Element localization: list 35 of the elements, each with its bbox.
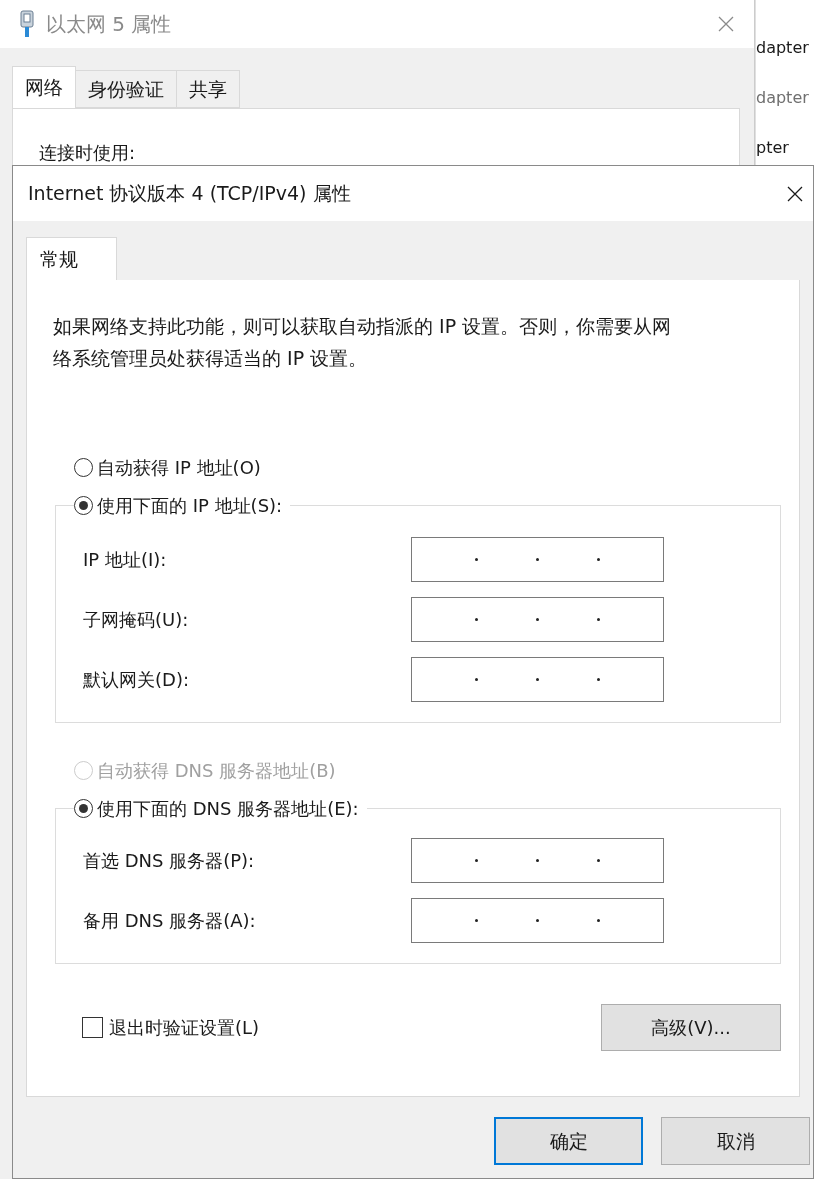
tab[interactable]: 网络	[12, 66, 76, 108]
radio-button[interactable]	[74, 496, 93, 515]
window-title: 以太网 5 属性	[46, 11, 172, 38]
window-text: dapter	[756, 38, 810, 58]
tab[interactable]: 常规	[26, 237, 117, 280]
field-label: IP 地址(I):	[82, 548, 168, 572]
close-icon[interactable]	[787, 185, 803, 202]
checkbox-label: 退出时验证设置(L)	[109, 1016, 260, 1040]
dialog-button[interactable]: 确定	[494, 1117, 643, 1165]
radio-button[interactable]	[74, 458, 93, 477]
window-text: pter	[756, 138, 790, 158]
tab[interactable]: 共享	[176, 70, 240, 108]
field-label: 默认网关(D):	[82, 668, 190, 692]
radio-label: 自动获得 IP 地址(O)	[97, 456, 261, 480]
dialog-button[interactable]: 取消	[661, 1117, 810, 1165]
radio-button[interactable]	[74, 799, 93, 818]
radio-label: 自动获得 DNS 服务器地址(B)	[97, 759, 336, 783]
description-text: 如果网络支持此功能，则可以获取自动指派的 IP 设置。否则，你需要从网络系统管理员处获得适当的 IP 设置。	[53, 314, 673, 371]
ip-address-field[interactable]	[411, 898, 664, 943]
dialog-title: Internet 协议版本 4 (TCP/IPv4) 属性	[28, 181, 351, 207]
tab[interactable]: 身份验证	[75, 70, 177, 108]
ip-address-field[interactable]	[411, 838, 664, 883]
ip-address-field[interactable]	[411, 597, 664, 642]
field-label: 子网掩码(U):	[82, 608, 190, 632]
section-label: 连接时使用:	[39, 142, 136, 163]
ip-address-field[interactable]	[411, 657, 664, 702]
advanced-button[interactable]: 高级(V)...	[601, 1004, 781, 1051]
field-label: 备用 DNS 服务器(A):	[82, 909, 257, 933]
radio-label: 使用下面的 IP 地址(S):	[97, 494, 283, 518]
window-text: dapter	[756, 88, 810, 108]
ip-address-field[interactable]	[411, 537, 664, 582]
radio-label: 使用下面的 DNS 服务器地址(E):	[97, 797, 359, 821]
field-label: 首选 DNS 服务器(P):	[82, 849, 256, 873]
network-adapter-icon	[20, 10, 34, 38]
checkbox[interactable]	[82, 1017, 103, 1038]
